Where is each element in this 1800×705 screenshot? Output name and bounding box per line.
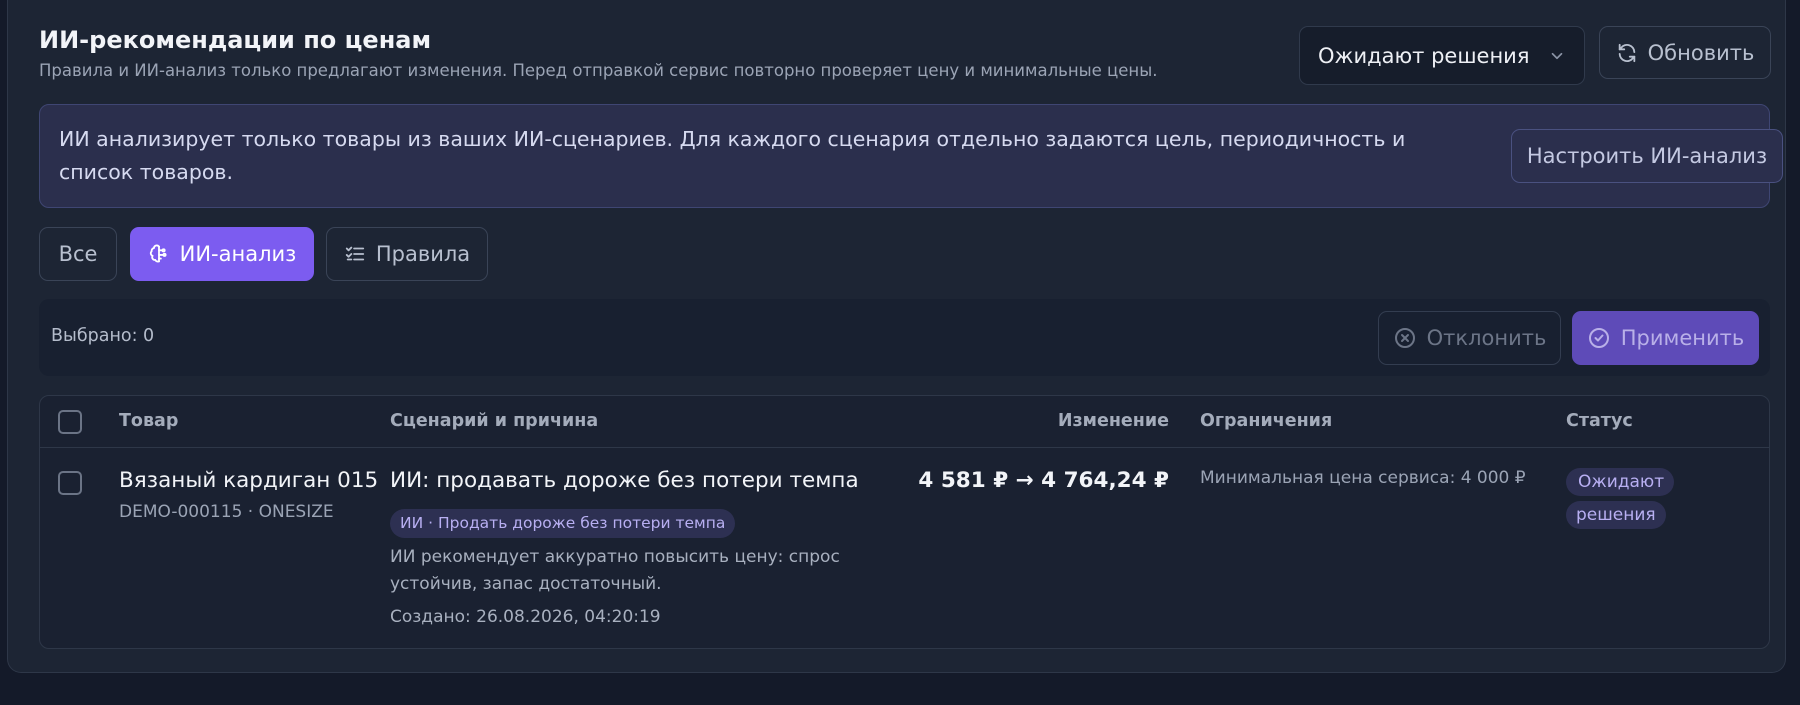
filter-all-label: Все xyxy=(58,242,98,266)
bulk-actions-toolbar: Выбрано: 0 Отклонить Применить xyxy=(39,299,1770,376)
reject-label: Отклонить xyxy=(1426,326,1547,350)
status-badge-line2: решения xyxy=(1566,501,1666,529)
scenario-title: ИИ: продавать дороже без потери темпа xyxy=(390,468,859,493)
reject-button[interactable]: Отклонить xyxy=(1378,311,1561,365)
filter-ai-button[interactable]: ИИ-анализ xyxy=(130,227,314,281)
recommendations-table: Товар Сценарий и причина Изменение Огран… xyxy=(39,395,1770,649)
table-header: Товар Сценарий и причина Изменение Огран… xyxy=(40,396,1769,448)
info-banner: ИИ анализирует только товары из ваших ИИ… xyxy=(39,104,1783,208)
column-header-change: Изменение xyxy=(1057,411,1169,431)
refresh-button[interactable]: Обновить xyxy=(1599,26,1771,79)
selected-count: Выбрано: 0 xyxy=(51,326,155,346)
recommendations-panel: ИИ-рекомендации по ценам Правила и ИИ-ан… xyxy=(7,0,1786,673)
column-header-limits: Ограничения xyxy=(1200,411,1333,431)
column-header-status: Статус xyxy=(1566,411,1633,431)
product-name: Вязаный кардиган 015 xyxy=(119,468,379,493)
page-subtitle: Правила и ИИ-анализ только предлагают из… xyxy=(39,61,1158,80)
check-circle-icon xyxy=(1588,328,1609,348)
apply-button[interactable]: Применить xyxy=(1572,311,1759,365)
recommendation-reason: ИИ рекомендует аккуратно повысить цену: … xyxy=(390,547,840,594)
status-badge: Ожидают решения xyxy=(1566,466,1676,532)
x-circle-icon xyxy=(1394,328,1415,348)
filter-rules-button[interactable]: Правила xyxy=(326,227,488,281)
select-all-checkbox[interactable] xyxy=(58,410,82,434)
apply-label: Применить xyxy=(1620,326,1745,350)
row-checkbox[interactable] xyxy=(58,471,82,495)
status-filter-value: Ожидают решения xyxy=(1318,43,1530,68)
filter-all-button[interactable]: Все xyxy=(39,227,117,281)
filter-ai-label: ИИ-анализ xyxy=(179,242,297,266)
page-title: ИИ-рекомендации по ценам xyxy=(39,26,432,54)
status-filter-select[interactable]: Ожидают решения xyxy=(1299,26,1585,85)
refresh-icon xyxy=(1618,43,1635,62)
column-header-scenario: Сценарий и причина xyxy=(390,411,599,431)
price-limits: Минимальная цена сервиса: 4 000 ₽ xyxy=(1200,468,1526,488)
column-header-product: Товар xyxy=(119,411,179,431)
brain-icon xyxy=(149,244,167,263)
status-badge-line1: Ожидают xyxy=(1566,468,1675,496)
filter-rules-label: Правила xyxy=(375,242,471,266)
created-timestamp: Создано: 26.08.2026, 04:20:19 xyxy=(390,607,661,627)
price-change: 4 581 ₽ → 4 764,24 ₽ xyxy=(918,468,1169,493)
chevron-down-icon xyxy=(1551,52,1563,59)
checklist-icon xyxy=(345,246,365,261)
banner-text: ИИ анализирует только товары из ваших ИИ… xyxy=(59,127,1406,184)
refresh-label: Обновить xyxy=(1647,40,1755,65)
product-sku: DEMO-000115 · ONESIZE xyxy=(119,502,334,522)
scenario-tag: ИИ · Продать дороже без потери темпа xyxy=(390,509,736,538)
configure-ai-button[interactable]: Настроить ИИ-анализ xyxy=(1511,129,1783,183)
